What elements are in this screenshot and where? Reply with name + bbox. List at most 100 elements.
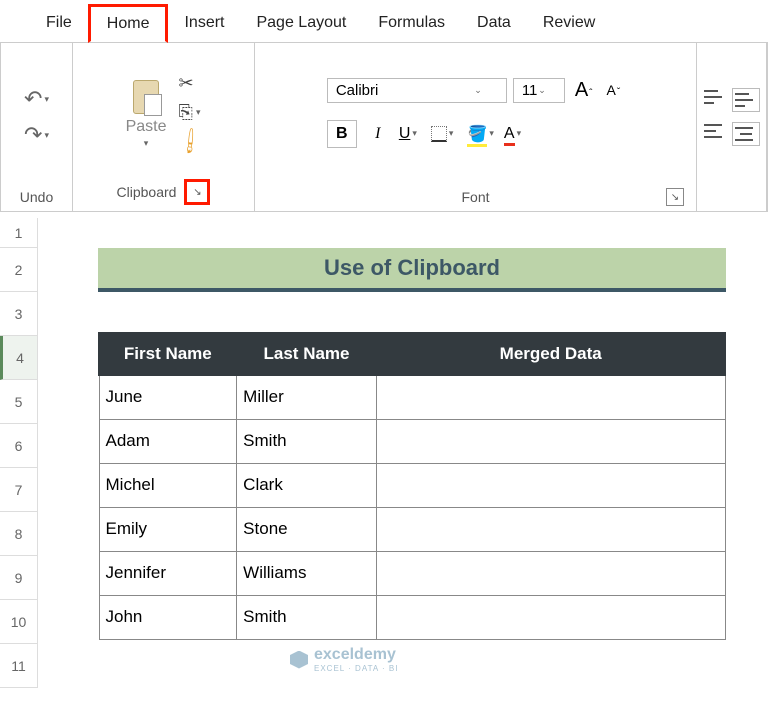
group-font: Calibri⌄ 11⌄ Aˆ Aˇ B I U▾ ▾ 🪣▾ A▾ Font ↘ <box>255 43 697 211</box>
cell[interactable]: June <box>99 375 237 419</box>
font-color-button[interactable]: A▾ <box>504 125 521 143</box>
fill-color-button[interactable]: 🪣▾ <box>467 124 493 144</box>
font-name-select[interactable]: Calibri⌄ <box>327 78 507 103</box>
cell[interactable] <box>376 419 725 463</box>
cell[interactable]: Adam <box>99 419 237 463</box>
header-merged[interactable]: Merged Data <box>376 333 725 375</box>
fill-icon: 🪣 <box>467 124 487 144</box>
italic-button[interactable]: I <box>363 120 393 148</box>
chevron-down-icon: ▾ <box>44 130 49 141</box>
cell[interactable] <box>376 551 725 595</box>
align-middle-button[interactable] <box>732 88 760 112</box>
align-center-button[interactable] <box>732 122 760 146</box>
ribbon-tabs: File Home Insert Page Layout Formulas Da… <box>0 0 768 42</box>
underline-button[interactable]: U▾ <box>399 125 417 143</box>
cell[interactable]: Michel <box>99 463 237 507</box>
chevron-down-icon: ▾ <box>144 138 149 149</box>
cell[interactable]: Miller <box>237 375 377 419</box>
copy-icon: ⎘ <box>179 102 193 123</box>
watermark-brand: exceldemy <box>314 646 398 664</box>
paste-label: Paste <box>126 118 167 136</box>
table-row: AdamSmith <box>99 419 725 463</box>
cell[interactable]: Emily <box>99 507 237 551</box>
cell[interactable]: Stone <box>237 507 377 551</box>
group-alignment <box>697 43 767 211</box>
table-body: JuneMiller AdamSmith MichelClark EmilySt… <box>99 375 725 639</box>
paste-button[interactable]: Paste ▾ <box>126 76 167 149</box>
tab-file[interactable]: File <box>30 6 88 40</box>
ribbon: ↶▾ ↷▾ Undo Paste ▾ ✂ ⎘▾ 🖌 Clipboard ↘ <box>0 42 768 212</box>
increase-font-button[interactable]: Aˆ <box>571 77 597 104</box>
row-header[interactable]: 3 <box>0 292 38 336</box>
row-header[interactable]: 11 <box>0 644 38 688</box>
tab-data[interactable]: Data <box>461 6 527 40</box>
row-header[interactable]: 1 <box>0 218 38 248</box>
data-table: First Name Last Name Merged Data JuneMil… <box>98 332 726 640</box>
redo-button[interactable]: ↷▾ <box>24 122 49 148</box>
header-last-name[interactable]: Last Name <box>237 333 377 375</box>
row-header[interactable]: 9 <box>0 556 38 600</box>
scissors-icon: ✂ <box>179 73 194 94</box>
row-header[interactable]: 8 <box>0 512 38 556</box>
row-headers: 1 2 3 4 5 6 7 8 9 10 11 <box>0 218 38 688</box>
group-label-undo: Undo <box>20 185 53 207</box>
group-clipboard: Paste ▾ ✂ ⎘▾ 🖌 Clipboard ↘ <box>73 43 255 211</box>
cell[interactable] <box>376 595 725 639</box>
tab-home[interactable]: Home <box>88 4 169 43</box>
chevron-down-icon: ⌄ <box>538 85 546 96</box>
tab-formulas[interactable]: Formulas <box>362 6 461 40</box>
clipboard-dialog-launcher[interactable]: ↘ <box>184 179 210 205</box>
row-header[interactable]: 4 <box>0 336 38 380</box>
row-header[interactable]: 5 <box>0 380 38 424</box>
cell[interactable]: Smith <box>237 419 377 463</box>
watermark: exceldemy EXCEL · DATA · BI <box>290 646 398 673</box>
tab-insert[interactable]: Insert <box>168 6 240 40</box>
table-row: EmilyStone <box>99 507 725 551</box>
undo-button[interactable]: ↶▾ <box>24 86 49 112</box>
format-painter-button[interactable]: 🖌 <box>179 131 202 152</box>
worksheet: 1 2 3 4 5 6 7 8 9 10 11 Use of Clipboard… <box>0 218 768 703</box>
font-size-select[interactable]: 11⌄ <box>513 78 565 103</box>
cell[interactable]: Williams <box>237 551 377 595</box>
brush-icon: 🖌 <box>174 126 205 157</box>
decrease-font-button[interactable]: Aˇ <box>603 80 625 100</box>
align-left-button[interactable] <box>704 122 726 140</box>
cell[interactable]: Clark <box>237 463 377 507</box>
group-label-font: Font <box>461 189 489 205</box>
group-label-clipboard: Clipboard <box>117 184 177 200</box>
borders-icon <box>431 126 447 142</box>
group-undo: ↶▾ ↷▾ Undo <box>1 43 73 211</box>
chevron-down-icon: ▾ <box>196 107 201 118</box>
header-first-name[interactable]: First Name <box>99 333 237 375</box>
cell[interactable] <box>376 375 725 419</box>
cell[interactable]: Smith <box>237 595 377 639</box>
row-header[interactable]: 7 <box>0 468 38 512</box>
tab-review[interactable]: Review <box>527 6 611 40</box>
row-header[interactable]: 10 <box>0 600 38 644</box>
borders-button[interactable]: ▾ <box>431 126 454 142</box>
sheet-title[interactable]: Use of Clipboard <box>98 248 726 292</box>
cube-icon <box>290 651 308 669</box>
font-color-icon: A <box>504 125 515 143</box>
tab-page-layout[interactable]: Page Layout <box>240 6 362 40</box>
table-row: JuneMiller <box>99 375 725 419</box>
table-row: JenniferWilliams <box>99 551 725 595</box>
table-row: MichelClark <box>99 463 725 507</box>
cell[interactable]: Jennifer <box>99 551 237 595</box>
font-dialog-launcher[interactable]: ↘ <box>666 188 684 206</box>
watermark-tagline: EXCEL · DATA · BI <box>314 664 398 673</box>
row-header[interactable]: 6 <box>0 424 38 468</box>
cell[interactable] <box>376 463 725 507</box>
clipboard-icon <box>130 76 162 116</box>
table-row: JohnSmith <box>99 595 725 639</box>
bold-button[interactable]: B <box>327 120 357 148</box>
cell[interactable] <box>376 507 725 551</box>
copy-button[interactable]: ⎘▾ <box>179 102 201 123</box>
chevron-down-icon: ⌄ <box>474 85 482 96</box>
align-top-button[interactable] <box>704 88 726 106</box>
cut-button[interactable]: ✂ <box>179 73 194 94</box>
cell[interactable]: John <box>99 595 237 639</box>
row-header[interactable]: 2 <box>0 248 38 292</box>
sheet-content: Use of Clipboard First Name Last Name Me… <box>38 218 768 640</box>
chevron-down-icon: ▾ <box>44 94 49 105</box>
